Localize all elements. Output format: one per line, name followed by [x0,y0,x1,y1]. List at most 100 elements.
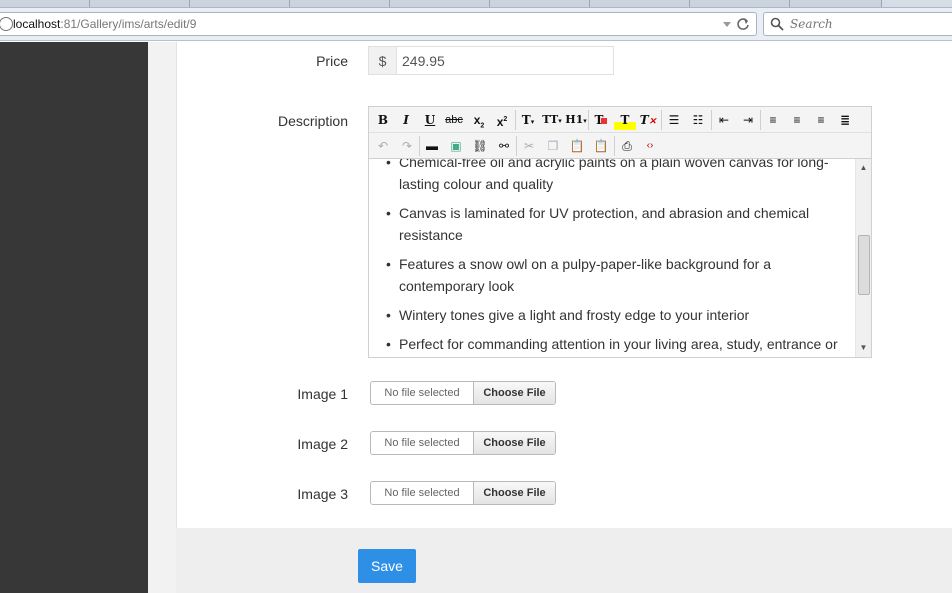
form-footer [176,528,952,593]
search-input[interactable] [790,16,950,32]
paste-text-icon[interactable]: 📋 [590,136,612,156]
highlight-icon[interactable]: T [614,110,636,130]
numbered-list-icon[interactable]: ☷ [687,110,709,130]
bullet-icon: • [386,205,391,221]
list-item: • Perfect for commanding attention in you… [369,333,839,355]
scroll-down-icon[interactable]: ▼ [856,341,871,355]
price-input[interactable]: 249.95 [396,46,614,75]
browser-tab[interactable] [490,0,590,7]
browser-toolbar: localhost:81/Gallery/ims/arts/edit/9 [0,8,952,41]
scroll-up-icon[interactable]: ▲ [856,161,871,175]
scrollbar-thumb[interactable] [858,235,870,295]
toolbar-separator [419,136,420,156]
clear-format-icon[interactable]: T✕ [637,110,659,130]
file-status: No file selected [384,387,460,399]
toolbar-separator [614,136,615,156]
url-bar[interactable]: localhost:81/Gallery/ims/arts/edit/9 [0,12,757,36]
url-host: localhost [13,17,61,31]
outdent-icon[interactable]: ⇤ [713,110,735,130]
editor-toolbar-row: ↶ ↷ ▬ ▣ ⛓ ⚯ ✂ ❐ 📋 📋 ⎙ ‹› [369,133,871,159]
description-list: • Chemical-free oil and acrylic paints on… [369,159,839,357]
list-item-text: Chemical-free oil and acrylic paints on … [399,159,829,192]
chevron-down-icon[interactable] [721,18,733,30]
rich-text-editor[interactable]: B I U abc x2 x2 T▾ TT▾ H1▾ T T T✕ ☰ ☷ ⇤ … [368,106,872,358]
browser-tab[interactable] [590,0,690,7]
font-size-button[interactable]: TT▾ [541,110,563,130]
redo-icon[interactable]: ↷ [396,136,418,156]
undo-icon[interactable]: ↶ [372,136,394,156]
bullet-icon: • [386,307,391,323]
italic-button[interactable]: I [395,110,417,130]
align-left-icon[interactable]: ≡ [762,110,784,130]
underline-button[interactable]: U [419,110,441,130]
toolbar-separator [711,110,712,130]
subscript-button[interactable]: x2 [468,110,490,130]
bullet-list-icon[interactable]: ☰ [663,110,685,130]
heading-button[interactable]: H1▾ [565,110,587,130]
image-icon[interactable]: ▣ [445,136,467,156]
superscript-button[interactable]: x2 [491,110,513,130]
paste-icon[interactable]: 📋 [566,136,588,156]
choose-file-button[interactable]: Choose File [473,482,555,504]
list-item: • Chemical-free oil and acrylic paints on… [369,159,839,195]
globe-icon [0,17,13,31]
image-3-file-input[interactable]: No file selected Choose File [370,481,556,505]
browser-tab[interactable] [0,0,90,7]
indent-icon[interactable]: ⇥ [737,110,759,130]
image-2-label: Image 2 [297,436,348,452]
url-text[interactable]: localhost:81/Gallery/ims/arts/edit/9 [13,17,196,31]
list-item-text: Features a snow owl on a pulpy-paper-lik… [399,256,771,294]
toolbar-separator [661,110,662,130]
editor-toolbar-row: B I U abc x2 x2 T▾ TT▾ H1▾ T T T✕ ☰ ☷ ⇤ … [369,107,871,133]
list-item-text: Canvas is laminated for UV protection, a… [399,205,810,243]
font-color-icon[interactable]: T [590,110,612,130]
browser-tab[interactable] [390,0,490,7]
tab-strip [0,0,952,8]
unlink-icon[interactable]: ⚯ [493,136,515,156]
file-status: No file selected [384,487,460,499]
image-2-file-input[interactable]: No file selected Choose File [370,431,556,455]
cut-icon[interactable]: ✂ [518,136,540,156]
list-item: • Features a snow owl on a pulpy-paper-li… [369,253,839,297]
link-icon[interactable]: ⛓ [469,136,491,156]
strikethrough-button[interactable]: abc [443,110,465,130]
sidebar [0,42,148,593]
image-3-label: Image 3 [297,486,348,502]
image-1-file-input[interactable]: No file selected Choose File [370,381,556,405]
source-code-icon[interactable]: ‹› [639,136,661,156]
font-family-button[interactable]: T▾ [517,110,539,130]
image-1-label: Image 1 [297,386,348,402]
align-right-icon[interactable]: ≡ [810,110,832,130]
content-gutter [148,42,176,593]
editor-scrollbar[interactable]: ▲ ▼ [855,159,871,357]
editor-toolbar: B I U abc x2 x2 T▾ TT▾ H1▾ T T T✕ ☰ ☷ ⇤ … [369,107,871,159]
choose-file-button[interactable]: Choose File [473,432,555,454]
save-button[interactable]: Save [358,549,416,583]
bullet-icon: • [386,336,391,352]
search-bar[interactable] [763,12,952,36]
bullet-icon: • [386,256,391,272]
price-label: Price [316,53,348,69]
list-item: • Wintery tones give a light and frosty e… [369,304,839,326]
align-center-icon[interactable]: ≡ [786,110,808,130]
justify-icon[interactable]: ≣ [834,110,856,130]
reload-icon[interactable] [735,16,751,32]
toolbar-separator [588,110,589,130]
horizontal-rule-icon[interactable]: ▬ [421,136,443,156]
toolbar-separator [760,110,761,130]
browser-tab[interactable] [790,0,882,7]
print-icon[interactable]: ⎙ [616,136,638,156]
bold-button[interactable]: B [372,110,394,130]
browser-tab[interactable] [690,0,790,7]
browser-tab[interactable] [90,0,190,7]
search-icon [770,17,784,31]
browser-tab[interactable] [190,0,290,7]
choose-file-button[interactable]: Choose File [473,382,555,404]
copy-icon[interactable]: ❐ [542,136,564,156]
list-item-text: Wintery tones give a light and frosty ed… [399,307,750,323]
toolbar-separator [515,110,516,130]
bullet-icon: • [386,159,391,170]
editor-content[interactable]: • Chemical-free oil and acrylic paints on… [369,159,855,357]
browser-tab[interactable] [290,0,390,7]
file-status: No file selected [384,437,460,449]
